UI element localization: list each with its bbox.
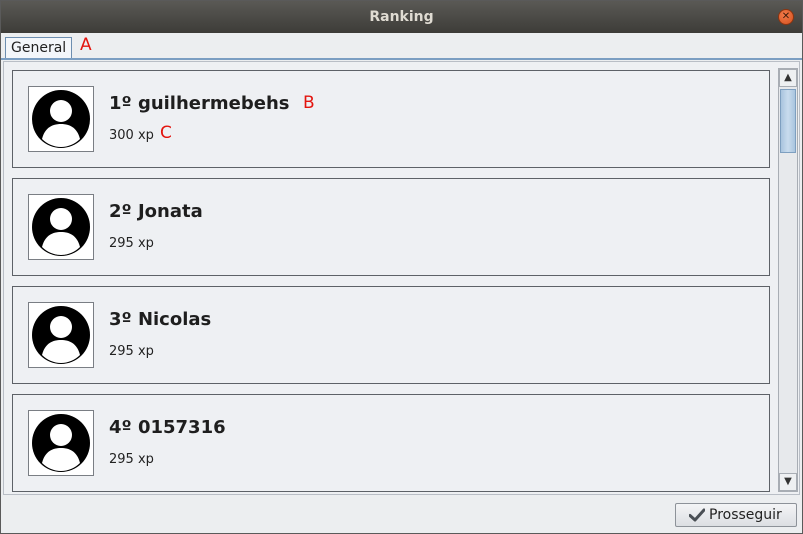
player-name: 1º guilhermebehs xyxy=(109,93,290,114)
user-avatar-icon xyxy=(32,306,90,364)
window-title: Ranking xyxy=(369,9,434,25)
player-xp: 295 xp xyxy=(109,344,154,359)
ranking-card: 3º Nicolas 295 xp xyxy=(12,286,770,384)
proceed-button[interactable]: Prosseguir xyxy=(675,503,797,527)
annotation-marker-c: C xyxy=(160,123,172,143)
ranking-card: 4º 0157316 295 xp xyxy=(12,394,770,492)
arrow-up-icon[interactable]: ▲ xyxy=(779,69,797,87)
player-xp: 300 xp xyxy=(109,128,154,143)
tab-general[interactable]: General xyxy=(5,37,73,60)
user-avatar-icon xyxy=(32,198,90,256)
arrow-down-icon[interactable]: ▼ xyxy=(779,473,797,491)
ranking-card: 2º Jonata 295 xp xyxy=(12,178,770,276)
avatar xyxy=(28,302,94,368)
player-name: 4º 0157316 xyxy=(109,417,226,438)
scrollbar-thumb[interactable] xyxy=(780,89,796,153)
player-name: 3º Nicolas xyxy=(109,309,212,330)
player-xp: 295 xp xyxy=(109,236,154,251)
user-avatar-icon xyxy=(32,90,90,148)
proceed-label: Prosseguir xyxy=(709,507,782,523)
avatar xyxy=(28,410,94,476)
avatar xyxy=(28,86,94,152)
tab-strip: General A xyxy=(1,33,802,60)
annotation-marker-b: B xyxy=(303,93,315,113)
avatar xyxy=(28,194,94,260)
tab-divider xyxy=(1,58,802,60)
ranking-card: 1º guilhermebehs 300 xp B C xyxy=(12,70,770,168)
ranking-panel: 1º guilhermebehs 300 xp B C 2º Jonata 29… xyxy=(3,61,800,495)
annotation-marker-a: A xyxy=(80,35,92,55)
close-icon[interactable]: ✕ xyxy=(778,9,794,25)
user-avatar-icon xyxy=(32,414,90,472)
footer-bar: Prosseguir xyxy=(1,495,802,533)
title-bar[interactable]: Ranking ✕ xyxy=(1,1,802,33)
check-icon xyxy=(689,508,705,522)
player-xp: 295 xp xyxy=(109,452,154,467)
vertical-scrollbar[interactable]: ▲ ▼ xyxy=(778,68,798,492)
ranking-window: Ranking ✕ General A 1º guilhermebehs 300… xyxy=(0,0,803,534)
player-name: 2º Jonata xyxy=(109,201,203,222)
